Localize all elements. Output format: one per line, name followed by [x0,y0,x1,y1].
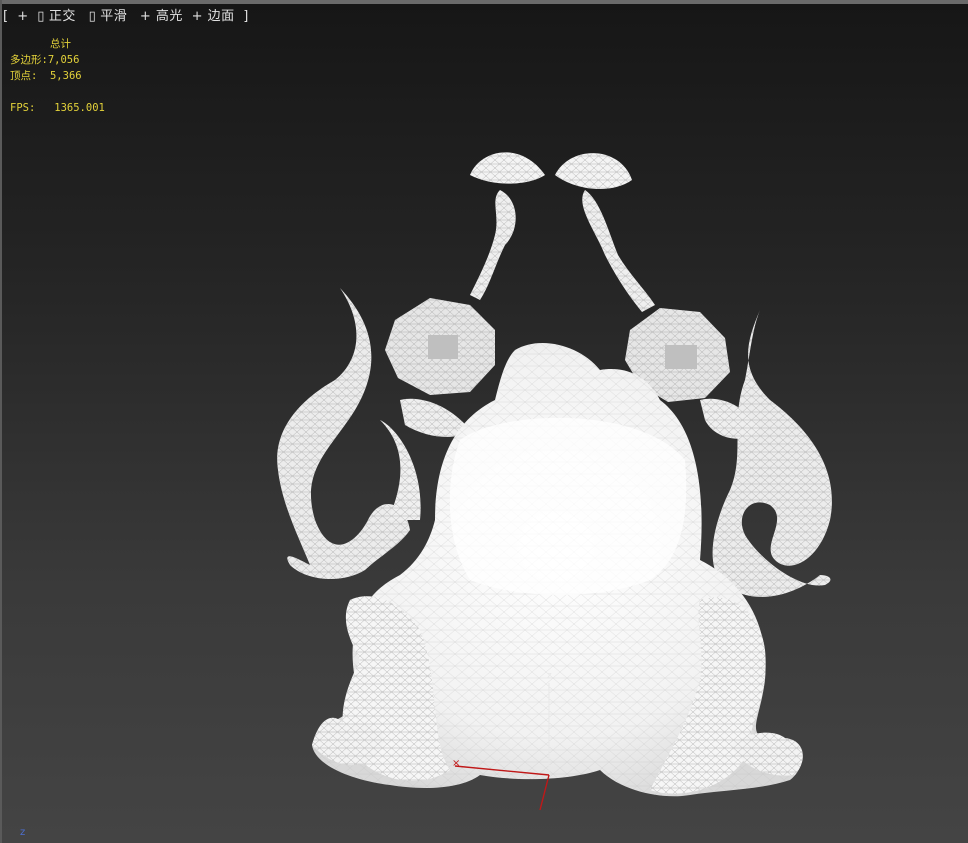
stats-polygons-row: 多边形:7,056 [10,52,105,68]
viewport-general-menu[interactable]: + [17,9,28,24]
viewport-statistics: 总计 多边形:7,056 顶点: 5,366 FPS: 1365.001 [10,36,105,116]
viewport-bracket-close: ] [243,9,249,24]
stats-fps-value: 1365.001 [54,102,105,114]
stats-vertices-row: 顶点: 5,366 [10,68,105,84]
toad-model[interactable] [277,152,832,797]
gizmo-x-marker: × [452,758,460,769]
gizmo-z-label: z [547,671,552,681]
stats-fps-label: FPS: [10,102,36,114]
view-mode-icon: ▯ [37,9,45,24]
stats-polygons-value: 7,056 [47,54,80,66]
stats-fps-row: FPS: 1365.001 [10,100,105,116]
stats-vertices-label: 顶点: [10,70,38,82]
right-flame [712,310,832,597]
stats-spacer [10,84,105,100]
viewport-label-menu[interactable]: [ + ▯ 正交 ▯ 平滑 + 高光 + 边面 ] [3,5,253,24]
stats-total-label: 总计 [50,38,71,50]
view-mode-label: 正交 [48,9,76,24]
viewport-bracket-open: [ [3,9,9,24]
stats-polygons-label: 多边形: [10,54,48,66]
viewport-scene[interactable]: × z [0,0,968,843]
edged-faces-toggle[interactable]: + 边面 [192,9,235,24]
shading-menu[interactable]: ▯ 平滑 [89,9,132,24]
view-menu[interactable]: ▯ 正交 [37,9,80,24]
highlight-toggle[interactable]: + 高光 [140,9,183,24]
shading-mode-label: 平滑 [100,9,128,24]
stats-vertices-value: 5,366 [49,70,82,82]
gizmo-y-axis [539,774,550,811]
shading-mode-icon: ▯ [88,9,97,24]
world-axis-z-label: z [20,827,26,838]
